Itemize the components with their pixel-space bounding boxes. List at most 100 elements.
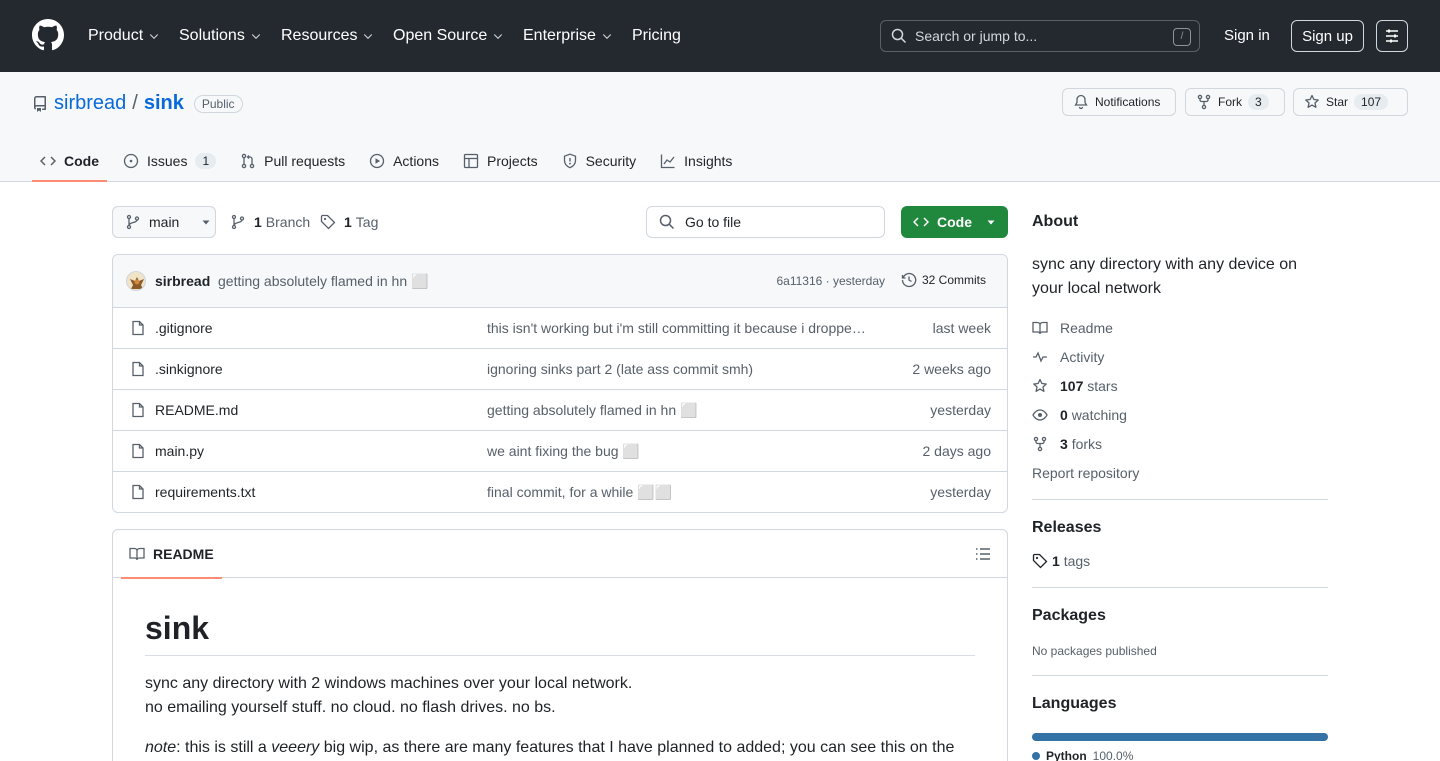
tab-security[interactable]: Security: [554, 142, 645, 180]
file-name-link[interactable]: .gitignore: [155, 320, 213, 336]
go-to-file-input[interactable]: Go to file: [646, 206, 885, 238]
readme-link[interactable]: Readme: [1032, 313, 1328, 342]
tab-projects[interactable]: Projects: [455, 142, 546, 180]
sign-in-link[interactable]: Sign in: [1224, 27, 1270, 44]
file-row[interactable]: requirements.txt final commit, for a whi…: [113, 472, 1007, 512]
file-commit-message-link[interactable]: we aint fixing the bug ⬜: [487, 443, 872, 460]
watching-link[interactable]: 0 watching: [1032, 400, 1328, 429]
readme-line-2: no emailing yourself stuff. no cloud. no…: [145, 699, 556, 716]
branch-selector-button[interactable]: main: [112, 206, 216, 238]
fork-button[interactable]: Fork 3: [1185, 88, 1285, 116]
search-icon: [659, 214, 675, 230]
pulse-icon: [1033, 350, 1047, 363]
tab-issues[interactable]: Issues 1: [115, 142, 224, 180]
code-dropdown-button[interactable]: Code: [901, 206, 1008, 238]
sign-up-button[interactable]: Sign up: [1291, 20, 1364, 52]
branches-link[interactable]: 1 Branch: [230, 214, 310, 230]
file-commit-message-link[interactable]: ignoring sinks part 2 (late ass commit s…: [487, 361, 872, 377]
list-outline-icon[interactable]: [975, 546, 991, 562]
repo-tabs: Code Issues 1 Pull requests Actions Proj…: [32, 142, 748, 182]
nav-open-source[interactable]: Open Source: [393, 24, 504, 48]
repo-owner-link[interactable]: sirbread: [54, 92, 126, 115]
file-row[interactable]: README.md getting absolutely flamed in h…: [113, 390, 1007, 431]
readme-note-emphasis: veeery: [271, 739, 320, 756]
file-row[interactable]: main.py we aint fixing the bug ⬜ 2 days …: [113, 431, 1007, 472]
stars-link[interactable]: 107 stars: [1032, 371, 1328, 400]
readme-panel: README sink sync any directory with 2 wi…: [112, 529, 1008, 761]
fork-icon: [1197, 94, 1211, 110]
readme-tab[interactable]: README: [121, 530, 222, 579]
nav-resources[interactable]: Resources: [281, 24, 374, 48]
tab-pull-requests[interactable]: Pull requests: [232, 142, 353, 180]
language-name: Python: [1046, 749, 1087, 761]
chevron-down-icon: [251, 34, 261, 40]
code-icon: [913, 217, 929, 227]
commits-count-label: 32 Commits: [921, 273, 986, 287]
file-icon: [132, 361, 144, 377]
tags-link[interactable]: 1 Tag: [320, 214, 378, 230]
nav-product-label: Product: [88, 27, 144, 44]
repo-sidebar: About sync any directory with any device…: [1032, 206, 1328, 761]
commit-message-link[interactable]: getting absolutely flamed in hn ⬜: [218, 273, 428, 290]
activity-link-label: Activity: [1060, 348, 1105, 365]
nav-solutions[interactable]: Solutions: [179, 24, 262, 48]
file-commit-message-link[interactable]: this isn't working but i'm still committ…: [487, 320, 872, 336]
chevron-down-icon: [602, 34, 612, 40]
commit-author-link[interactable]: sirbread: [155, 273, 210, 289]
releases-heading[interactable]: Releases: [1032, 519, 1328, 537]
nav-pricing[interactable]: Pricing: [632, 24, 681, 48]
notifications-button[interactable]: Notifications: [1062, 88, 1176, 116]
report-repository-link[interactable]: Report repository: [1032, 458, 1328, 487]
tab-actions-label: Actions: [393, 153, 440, 169]
file-name-link[interactable]: .sinkignore: [155, 361, 223, 377]
repo-icon: [33, 95, 46, 112]
commits-history-link[interactable]: 32 Commits: [901, 272, 986, 288]
forks-label: forks: [1071, 435, 1103, 452]
file-row[interactable]: .gitignore this isn't working but i'm st…: [113, 308, 1007, 349]
latest-commit-bar: sirbread getting absolutely flamed in hn…: [113, 255, 1007, 308]
menu-button[interactable]: [1376, 20, 1408, 52]
forks-link[interactable]: 3 forks: [1032, 429, 1328, 458]
file-commit-message-link[interactable]: final commit, for a while ⬜⬜: [487, 484, 872, 501]
nav-pricing-label: Pricing: [632, 27, 681, 44]
commit-hash-link[interactable]: 6a11316 · yesterday: [776, 274, 885, 288]
search-icon: [891, 28, 907, 44]
file-commit-message-link[interactable]: getting absolutely flamed in hn ⬜: [487, 402, 872, 419]
github-logo-icon[interactable]: [32, 19, 64, 51]
file-commit-time: last week: [932, 320, 991, 336]
tab-insights[interactable]: Insights: [652, 142, 740, 180]
tags-link[interactable]: 1 tags: [1032, 546, 1328, 575]
avatar[interactable]: [126, 271, 146, 291]
nav-resources-label: Resources: [281, 27, 358, 44]
tab-actions[interactable]: Actions: [361, 142, 447, 180]
branch-name: main: [149, 214, 180, 230]
table-icon: [463, 153, 479, 169]
repository-header: sirbread / sink Public Notifications For…: [0, 72, 1440, 182]
tab-code-label: Code: [64, 153, 99, 169]
nav-enterprise-label: Enterprise: [523, 27, 596, 44]
fork-count: 3: [1248, 94, 1269, 110]
file-name-link[interactable]: README.md: [155, 402, 238, 418]
file-commit-time: yesterday: [930, 402, 991, 418]
star-button[interactable]: Star 107: [1293, 88, 1408, 116]
caret-down-icon: [987, 220, 995, 225]
file-name-link[interactable]: main.py: [155, 443, 204, 459]
tab-code[interactable]: Code: [32, 142, 107, 182]
code-icon: [40, 156, 56, 166]
forks-count: 3: [1060, 435, 1068, 452]
file-row[interactable]: .sinkignore ignoring sinks part 2 (late …: [113, 349, 1007, 390]
repo-path-separator: /: [132, 92, 138, 114]
branch-icon: [231, 214, 245, 230]
repo-title: sirbread / sink Public: [32, 92, 243, 115]
nav-product[interactable]: Product: [88, 24, 160, 48]
packages-heading[interactable]: Packages: [1032, 607, 1328, 625]
activity-link[interactable]: Activity: [1032, 342, 1328, 371]
nav-enterprise[interactable]: Enterprise: [523, 24, 613, 48]
search-input[interactable]: Search or jump to... /: [880, 20, 1200, 52]
language-item[interactable]: Python 100.0%: [1032, 749, 1328, 761]
tab-projects-label: Projects: [487, 153, 538, 169]
repo-name-link[interactable]: sink: [144, 92, 184, 115]
sidebar-divider: [1032, 499, 1328, 500]
file-name-link[interactable]: requirements.txt: [155, 484, 255, 500]
shield-icon: [563, 153, 576, 169]
